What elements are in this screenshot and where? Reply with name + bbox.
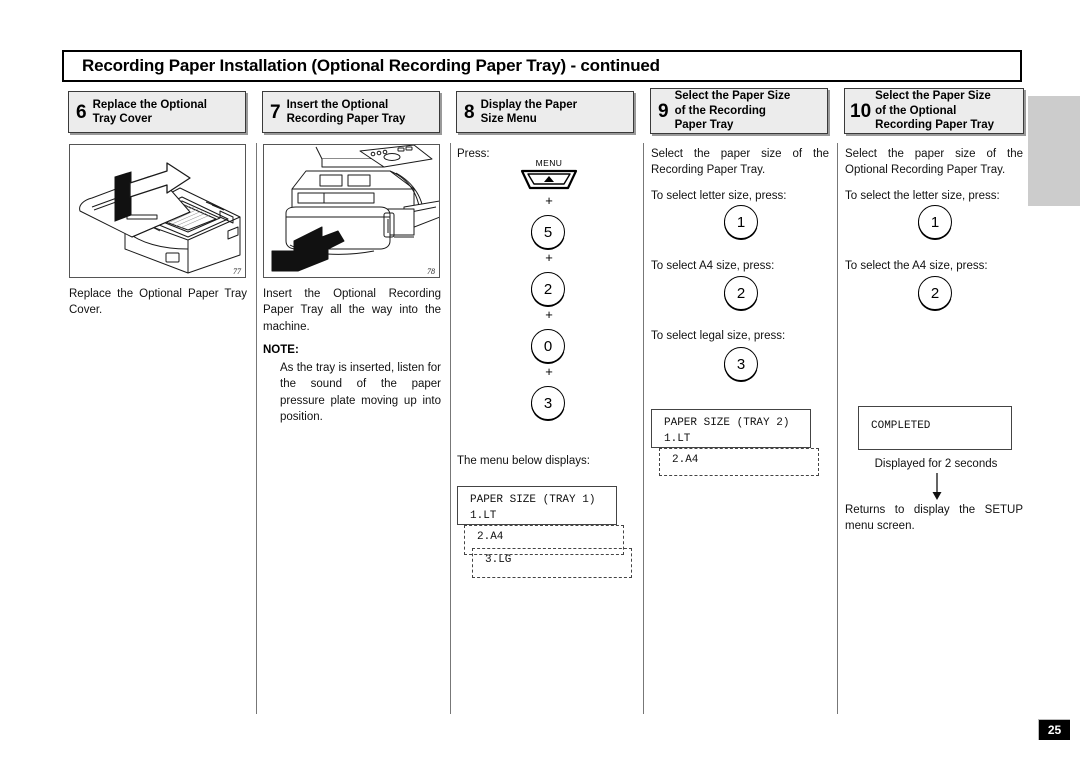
- step-label-7: Insert the Optional Recording Paper Tray: [286, 98, 406, 125]
- step-number-8: 8: [464, 101, 475, 123]
- step-10-prompt-2: To select the A4 size, press:: [845, 260, 988, 272]
- lcd-display-completed: COMPLETED: [858, 406, 1012, 450]
- step-header-9: 9 Select the Paper Size of the Recording…: [650, 88, 828, 134]
- page-number-badge: 25: [1038, 719, 1070, 740]
- lcd-display-tray2: PAPER SIZE (TRAY 2) 1.LT: [651, 409, 811, 448]
- page-title: Recording Paper Installation (Optional R…: [82, 56, 660, 75]
- figure-number-78: 78: [427, 267, 435, 276]
- title-underline: [62, 80, 1022, 82]
- step-9-prompt-2: To select A4 size, press:: [651, 260, 775, 272]
- lcd-tray2-line2: 1.LT: [664, 432, 691, 445]
- step-10-key-2-label: 2: [930, 284, 940, 302]
- lcd-tray1-line1: PAPER SIZE (TRAY 1): [470, 494, 596, 506]
- lcd-ghost-line-2a4: 2.A4: [477, 531, 504, 543]
- plus-sign-1: +: [545, 193, 553, 208]
- page-title-bar: Recording Paper Installation (Optional R…: [62, 50, 1022, 82]
- step-header-8: 8 Display the Paper Size Menu: [456, 91, 634, 133]
- press-label: Press:: [457, 148, 490, 160]
- up-triangle-icon: [520, 169, 578, 190]
- step-header-10: 10 Select the Paper Size of the Optional…: [844, 88, 1024, 134]
- step-9-key-3-label: 3: [736, 355, 746, 373]
- step-label-9: Select the Paper Size of the Recording P…: [674, 90, 791, 132]
- insert-paper-tray-drawing: [271, 145, 439, 272]
- step-10-footer: Returns to display the SETUP menu screen…: [845, 504, 1023, 533]
- step-10-key-1-label: 1: [930, 213, 940, 231]
- step-header-6: 6 Replace the Optional Tray Cover: [68, 91, 246, 133]
- step-9-prompt-3: To select legal size, press:: [651, 330, 786, 342]
- lcd-ghost-tray1-a: 2.A4: [464, 525, 624, 555]
- plus-sign-3: +: [545, 307, 553, 322]
- menu-key-cap: MENU: [535, 158, 563, 168]
- key-2[interactable]: 2: [525, 267, 571, 313]
- step-header-7: 7 Insert the Optional Recording Paper Tr…: [262, 91, 440, 133]
- illustration-paper-tray-cover: 77: [69, 144, 246, 278]
- step-10-caption: Displayed for 2 seconds: [874, 458, 998, 470]
- figure-number-77: 77: [233, 267, 241, 276]
- lcd-tray1-line2: 1.LT: [470, 509, 497, 522]
- step-10-key-1[interactable]: 1: [912, 200, 958, 246]
- step-10-prompt-1: To select the letter size, press:: [845, 190, 1000, 202]
- step-9-key-3[interactable]: 3: [718, 342, 764, 388]
- menu-displays-label: The menu below displays:: [457, 455, 590, 467]
- step-label-8: Display the Paper Size Menu: [480, 98, 578, 125]
- plus-sign-2: +: [545, 250, 553, 265]
- step-number-7: 7: [270, 101, 281, 123]
- column-divider-4: [837, 143, 838, 714]
- step-9-key-2-label: 2: [736, 284, 746, 302]
- lcd-display-tray1: PAPER SIZE (TRAY 1) 1.LT: [457, 486, 617, 525]
- step-number-10: 10: [850, 100, 872, 122]
- step-number-9: 9: [658, 100, 669, 122]
- step-number-6: 6: [76, 101, 87, 123]
- lcd-ghost-tray2: 2.A4: [659, 448, 819, 476]
- step-6-body: Replace the Optional Paper Tray Cover.: [69, 288, 247, 317]
- key-5-label: 5: [543, 223, 553, 241]
- key-0[interactable]: 0: [525, 324, 571, 370]
- lcd-tray2-line1: PAPER SIZE (TRAY 2): [664, 417, 790, 429]
- step-9-prompt-1: To select letter size, press:: [651, 190, 787, 202]
- step-9-body: Select the paper size of the Recording P…: [651, 148, 829, 177]
- key-5[interactable]: 5: [525, 210, 571, 256]
- step-9-key-1[interactable]: 1: [718, 200, 764, 246]
- step-label-10: Select the Paper Size of the Optional Re…: [875, 90, 995, 132]
- note-body: As the tray is inserted, listen for the …: [280, 362, 441, 423]
- lcd-ghost-line-3lg: 3.LG: [485, 554, 512, 566]
- illustration-insert-paper-tray: 78: [263, 144, 440, 278]
- step-9-key-1-label: 1: [736, 213, 746, 231]
- plus-sign-4: +: [545, 364, 553, 379]
- key-3-label: 3: [543, 394, 553, 412]
- key-2-label: 2: [543, 280, 553, 298]
- paper-tray-cover-drawing: [79, 162, 241, 274]
- step-9-key-2[interactable]: 2: [718, 271, 764, 317]
- column-divider-3: [643, 143, 644, 714]
- thumb-tab: [1028, 96, 1080, 206]
- step-10-body: Select the paper size of the Optional Re…: [845, 148, 1023, 177]
- lcd-ghost-line-tray2-2a4: 2.A4: [672, 454, 699, 466]
- column-divider-2: [450, 143, 451, 714]
- menu-key[interactable]: MENU: [518, 158, 580, 196]
- note-title: NOTE:: [263, 344, 299, 356]
- manual-page: Recording Paper Installation (Optional R…: [0, 0, 1080, 763]
- key-3[interactable]: 3: [525, 381, 571, 427]
- step-7-body: Insert the Optional Recording Paper Tray…: [263, 288, 441, 333]
- step-label-6: Replace the Optional Tray Cover: [92, 98, 207, 125]
- lcd-completed-line1: COMPLETED: [871, 420, 931, 432]
- step-10-key-2[interactable]: 2: [912, 271, 958, 317]
- column-divider-1: [256, 143, 257, 714]
- key-0-label: 0: [543, 337, 553, 355]
